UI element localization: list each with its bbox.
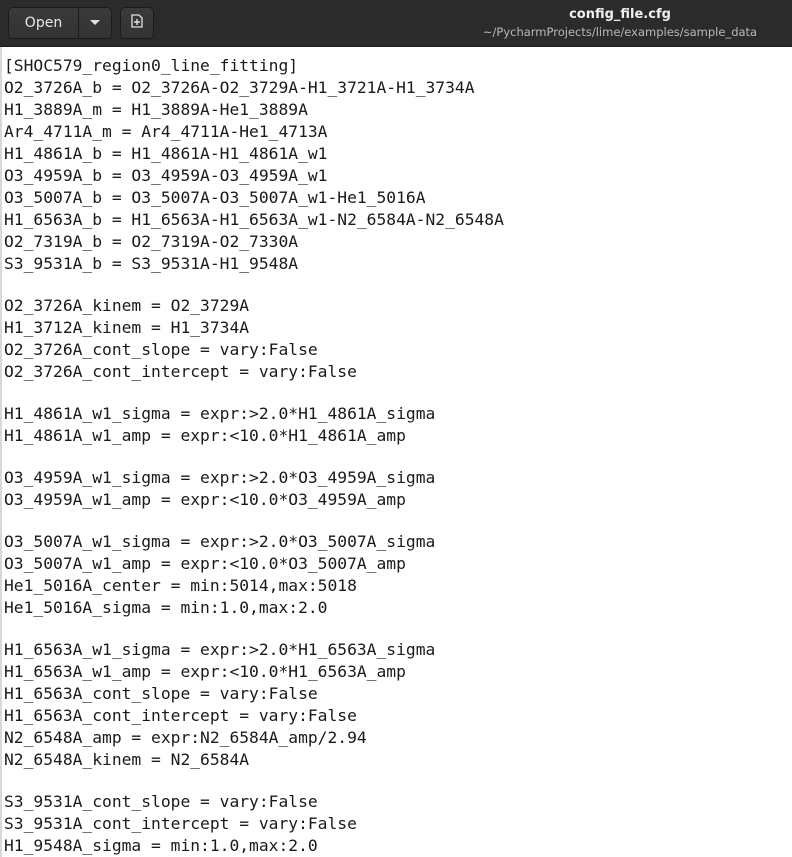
code-line[interactable]: S3_9531A_cont_slope = vary:False [4, 791, 792, 813]
code-line[interactable]: He1_5016A_center = min:5014,max:5018 [4, 575, 792, 597]
title-block: config_file.cfg ~/PycharmProjects/lime/e… [440, 6, 792, 40]
code-line[interactable]: S3_9531A_cont_intercept = vary:False [4, 813, 792, 835]
code-line[interactable] [4, 771, 792, 791]
code-line[interactable]: O3_4959A_w1_sigma = expr:>2.0*O3_4959A_s… [4, 467, 792, 489]
new-document-icon [129, 13, 145, 33]
code-line[interactable]: N2_6548A_amp = expr:N2_6584A_amp/2.94 [4, 727, 792, 749]
code-line[interactable]: H1_3712A_kinem = H1_3734A [4, 317, 792, 339]
open-button-group: Open [8, 7, 112, 39]
window-subtitle: ~/PycharmProjects/lime/examples/sample_d… [482, 25, 758, 39]
code-line[interactable]: [SHOC579_region0_line_fitting] [4, 55, 792, 77]
open-button[interactable]: Open [8, 7, 79, 39]
code-line[interactable]: N2_6548A_kinem = N2_6584A [4, 749, 792, 771]
code-line[interactable]: He1_5016A_sigma = min:1.0,max:2.0 [4, 597, 792, 619]
code-line[interactable]: Ar4_4711A_m = Ar4_4711A-He1_4713A [4, 121, 792, 143]
window-title: config_file.cfg [569, 7, 671, 22]
code-line[interactable]: H1_6563A_b = H1_6563A-H1_6563A_w1-N2_658… [4, 209, 792, 231]
code-line[interactable]: H1_4861A_w1_amp = expr:<10.0*H1_4861A_am… [4, 425, 792, 447]
header-bar: Open config_file.cfg ~/PycharmProjects/l [0, 0, 792, 47]
code-line[interactable]: H1_6563A_cont_slope = vary:False [4, 683, 792, 705]
code-line[interactable] [4, 619, 792, 639]
code-line[interactable] [4, 383, 792, 403]
code-line[interactable] [4, 447, 792, 467]
code-line[interactable]: H1_3889A_m = H1_3889A-He1_3889A [4, 99, 792, 121]
open-menu-button[interactable] [78, 7, 112, 39]
code-content[interactable]: [SHOC579_region0_line_fitting] O2_3726A_b… [2, 47, 792, 857]
code-line[interactable]: H1_4861A_b = H1_4861A-H1_4861A_w1 [4, 143, 792, 165]
code-line[interactable] [4, 275, 792, 295]
code-line[interactable]: O3_4959A_w1_amp = expr:<10.0*O3_4959A_am… [4, 489, 792, 511]
code-line[interactable]: O2_3726A_b = O2_3726A-O2_3729A-H1_3721A-… [4, 77, 792, 99]
new-document-button[interactable] [120, 7, 154, 39]
text-editor-area[interactable]: [SHOC579_region0_line_fitting] O2_3726A_b… [0, 47, 792, 857]
code-line[interactable]: O2_3726A_cont_slope = vary:False [4, 339, 792, 361]
code-line[interactable]: O3_5007A_b = O3_5007A-O3_5007A_w1-He1_50… [4, 187, 792, 209]
code-line[interactable]: H1_4861A_w1_sigma = expr:>2.0*H1_4861A_s… [4, 403, 792, 425]
code-line[interactable]: S3_9531A_b = S3_9531A-H1_9548A [4, 253, 792, 275]
open-button-label: Open [24, 15, 63, 31]
code-line[interactable]: O3_4959A_b = O3_4959A-O3_4959A_w1 [4, 165, 792, 187]
code-line[interactable]: O2_7319A_b = O2_7319A-O2_7330A [4, 231, 792, 253]
code-line[interactable]: O3_5007A_w1_sigma = expr:>2.0*O3_5007A_s… [4, 531, 792, 553]
code-line[interactable]: O3_5007A_w1_amp = expr:<10.0*O3_5007A_am… [4, 553, 792, 575]
code-line[interactable] [4, 511, 792, 531]
code-line[interactable]: O2_3726A_cont_intercept = vary:False [4, 361, 792, 383]
code-line[interactable]: H1_9548A_sigma = min:1.0,max:2.0 [4, 835, 792, 857]
code-line[interactable]: H1_6563A_cont_intercept = vary:False [4, 705, 792, 727]
code-line[interactable]: H1_6563A_w1_sigma = expr:>2.0*H1_6563A_s… [4, 639, 792, 661]
code-line[interactable]: H1_6563A_w1_amp = expr:<10.0*H1_6563A_am… [4, 661, 792, 683]
chevron-down-icon [89, 15, 101, 31]
code-line[interactable]: O2_3726A_kinem = O2_3729A [4, 295, 792, 317]
text-editor-window: Open config_file.cfg ~/PycharmProjects/l [0, 0, 792, 857]
